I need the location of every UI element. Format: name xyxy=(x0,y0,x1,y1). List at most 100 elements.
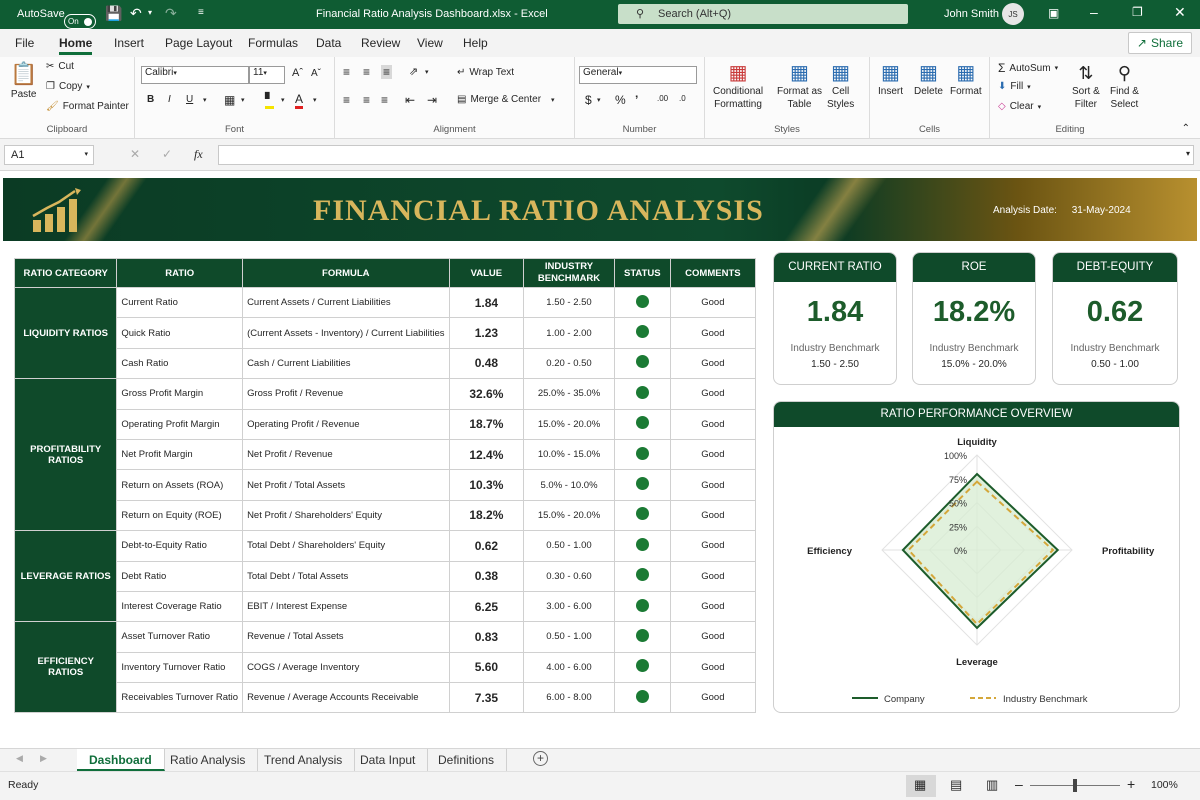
align-center-icon[interactable]: ≡ xyxy=(363,93,370,107)
decrease-indent-icon[interactable]: ⇤ xyxy=(405,93,415,107)
comma-style-icon[interactable]: ’ xyxy=(635,93,638,107)
add-sheet-icon[interactable]: + xyxy=(533,751,548,766)
formula-cell[interactable]: Net Profit / Shareholders' Equity xyxy=(242,499,450,532)
status-cell[interactable] xyxy=(613,530,671,562)
benchmark-cell[interactable]: 25.0% - 35.0% xyxy=(523,378,615,410)
align-right-icon[interactable]: ≡ xyxy=(381,93,388,107)
benchmark-cell[interactable]: 10.0% - 15.0% xyxy=(523,438,615,471)
chevron-down-icon[interactable]: ▾ xyxy=(313,96,317,104)
search-box[interactable]: ⚲ Search (Alt+Q) xyxy=(618,4,908,24)
formula-cell[interactable]: Total Debt / Total Assets xyxy=(242,560,450,592)
status-cell[interactable] xyxy=(613,378,671,410)
italic-icon[interactable]: I xyxy=(168,94,171,105)
tab-formulas[interactable]: Formulas xyxy=(248,36,298,50)
comment-cell[interactable]: Good xyxy=(669,469,757,501)
comment-cell[interactable]: Good xyxy=(669,378,757,410)
comment-cell[interactable]: Good xyxy=(669,408,757,440)
align-top-icon[interactable]: ≡ xyxy=(343,65,350,79)
autosum-button[interactable]: Σ AutoSum ▾ xyxy=(998,61,1058,75)
comment-cell[interactable]: Good xyxy=(669,438,757,471)
clear-button[interactable]: ◇ Clear ▾ xyxy=(998,101,1041,112)
page-layout-view-icon[interactable]: ▤ xyxy=(950,777,962,793)
merge-center-button[interactable]: ▤ Merge & Center ▾ xyxy=(457,94,555,105)
zoom-in-icon[interactable]: + xyxy=(1127,776,1135,792)
page-break-view-icon[interactable]: ▥ xyxy=(986,777,998,793)
restore-icon[interactable]: ❐ xyxy=(1132,5,1143,19)
benchmark-cell[interactable]: 1.50 - 2.50 xyxy=(523,286,615,319)
ratio-category-cell[interactable]: LIQUIDITY RATIOS xyxy=(13,286,118,380)
sheet-tab-data-input[interactable]: Data Input xyxy=(348,749,429,771)
ratio-name-cell[interactable]: Operating Profit Margin xyxy=(116,408,244,440)
currency-icon[interactable]: $ xyxy=(585,93,592,107)
redo-icon[interactable]: ↷ xyxy=(165,5,177,22)
customize-quick-access-icon[interactable]: ≡ xyxy=(198,7,204,18)
status-cell[interactable] xyxy=(613,286,671,319)
formula-cell[interactable]: Net Profit / Revenue xyxy=(242,438,450,471)
formula-cell[interactable]: Gross Profit / Revenue xyxy=(242,378,450,410)
formula-input[interactable] xyxy=(218,145,1194,165)
font-color-icon[interactable]: A xyxy=(295,92,304,109)
zoom-level[interactable]: 100% xyxy=(1151,779,1178,791)
delete-cells-button[interactable]: ▦ Delete xyxy=(914,61,943,99)
ratio-name-cell[interactable]: Current Ratio xyxy=(116,286,244,319)
benchmark-cell[interactable]: 0.30 - 0.60 xyxy=(523,560,615,592)
format-as-table-button[interactable]: ▦ Format as Table xyxy=(777,61,822,111)
normal-view-icon[interactable]: ▦ xyxy=(914,777,926,793)
header-formula[interactable]: FORMULA xyxy=(242,258,450,288)
conditional-formatting-button[interactable]: ▦ Conditional Formatting xyxy=(713,61,763,111)
benchmark-cell[interactable]: 4.00 - 6.00 xyxy=(523,651,615,684)
value-cell[interactable]: 6.25 xyxy=(448,590,525,623)
sheet-tab-dashboard[interactable]: Dashboard xyxy=(77,749,165,771)
zoom-out-icon[interactable]: – xyxy=(1015,776,1023,792)
formula-cell[interactable]: Cash / Current Liabilities xyxy=(242,347,450,380)
benchmark-cell[interactable]: 1.00 - 2.00 xyxy=(523,317,615,349)
header-comments[interactable]: COMMENTS xyxy=(669,258,757,288)
value-cell[interactable]: 1.23 xyxy=(448,317,525,349)
value-cell[interactable]: 18.2% xyxy=(448,499,525,532)
chevron-down-icon[interactable]: ▾ xyxy=(281,96,285,104)
comment-cell[interactable]: Good xyxy=(669,651,757,684)
cancel-icon[interactable]: ✕ xyxy=(130,147,140,161)
increase-indent-icon[interactable]: ⇥ xyxy=(427,93,437,107)
ratio-name-cell[interactable]: Cash Ratio xyxy=(116,347,244,380)
share-button[interactable]: ↗ Share xyxy=(1127,32,1192,54)
value-cell[interactable]: 1.84 xyxy=(448,286,525,319)
ratio-name-cell[interactable]: Gross Profit Margin xyxy=(116,378,244,410)
increase-decimal-icon[interactable]: .00 xyxy=(657,94,668,103)
sort-filter-button[interactable]: ⇅ Sort & Filter xyxy=(1072,61,1100,111)
benchmark-cell[interactable]: 3.00 - 6.00 xyxy=(523,590,615,623)
status-cell[interactable] xyxy=(613,682,671,714)
formula-cell[interactable]: Revenue / Average Accounts Receivable xyxy=(242,682,450,714)
value-cell[interactable]: 7.35 xyxy=(448,682,525,714)
header-status[interactable]: STATUS xyxy=(613,258,671,288)
comment-cell[interactable]: Good xyxy=(669,317,757,349)
borders-icon[interactable]: ▦ xyxy=(224,93,235,107)
status-cell[interactable] xyxy=(613,317,671,349)
ribbon-display-icon[interactable]: ▣ xyxy=(1048,6,1059,20)
next-sheet-icon[interactable]: ▶ xyxy=(40,753,47,764)
tab-home[interactable]: Home xyxy=(59,36,93,55)
align-middle-icon[interactable]: ≡ xyxy=(363,65,370,79)
status-cell[interactable] xyxy=(613,651,671,684)
zoom-slider-thumb[interactable] xyxy=(1073,779,1077,792)
cut-button[interactable]: ✂ Cut xyxy=(46,61,74,72)
formula-cell[interactable]: EBIT / Interest Expense xyxy=(242,590,450,623)
font-size-select[interactable]: 11▾ xyxy=(249,66,285,84)
avatar[interactable]: JS xyxy=(1002,3,1024,25)
ratio-name-cell[interactable]: Return on Assets (ROA) xyxy=(116,469,244,501)
enter-icon[interactable]: ✓ xyxy=(162,147,172,161)
orientation-icon[interactable]: ⇗ xyxy=(409,65,418,78)
bold-icon[interactable]: B xyxy=(147,94,154,105)
comment-cell[interactable]: Good xyxy=(669,590,757,623)
ratio-name-cell[interactable]: Inventory Turnover Ratio xyxy=(116,651,244,684)
value-cell[interactable]: 0.62 xyxy=(448,530,525,562)
tab-insert[interactable]: Insert xyxy=(114,36,144,50)
collapse-ribbon-icon[interactable]: ⌃ xyxy=(1182,123,1190,134)
close-icon[interactable]: ✕ xyxy=(1174,4,1186,21)
status-cell[interactable] xyxy=(613,438,671,471)
status-cell[interactable] xyxy=(613,408,671,440)
comment-cell[interactable]: Good xyxy=(669,682,757,714)
sheet-tab-trend-analysis[interactable]: Trend Analysis xyxy=(252,749,356,771)
chevron-down-icon[interactable]: ▾ xyxy=(203,96,207,104)
ratio-name-cell[interactable]: Interest Coverage Ratio xyxy=(116,590,244,623)
